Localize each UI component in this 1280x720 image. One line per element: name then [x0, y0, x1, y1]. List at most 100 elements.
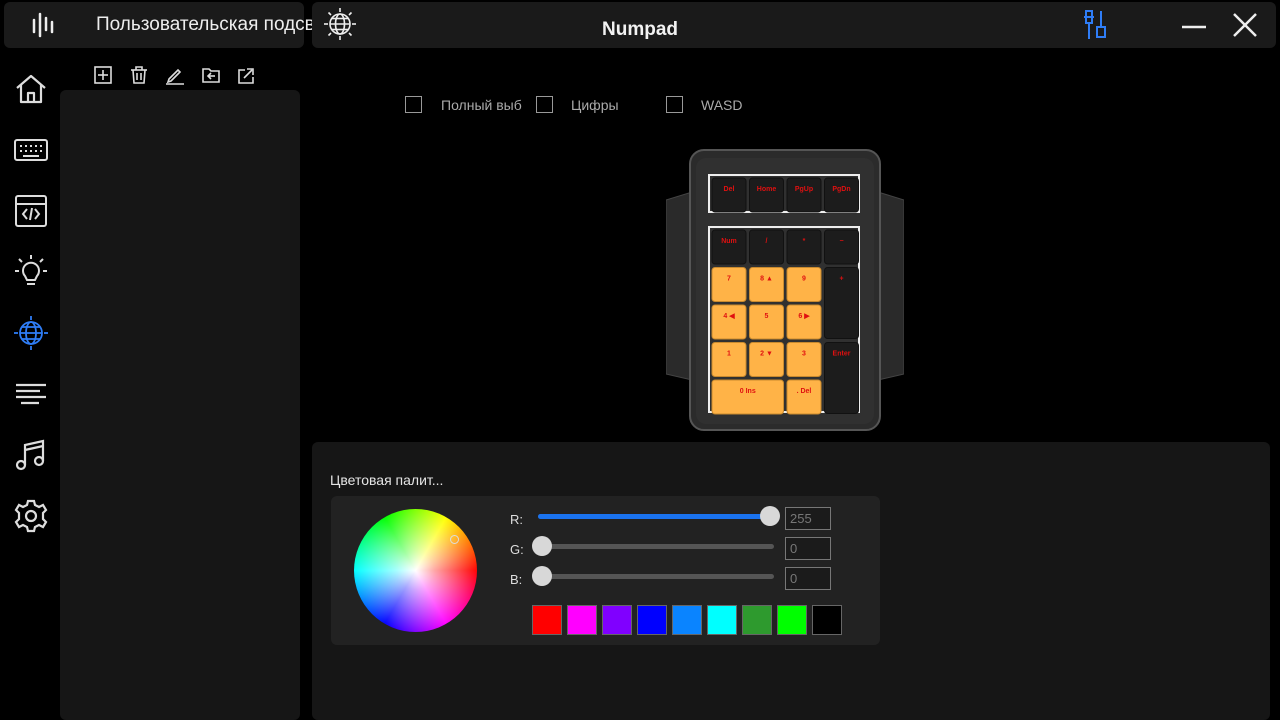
app-logo-icon — [28, 10, 58, 40]
b-value-input[interactable] — [785, 567, 831, 590]
color-wheel-marker[interactable] — [450, 535, 459, 544]
brightness-icon — [15, 255, 47, 285]
add-profile-button[interactable] — [90, 62, 116, 88]
sidebar-item-macro[interactable] — [8, 188, 54, 234]
sidebar-item-settings[interactable] — [8, 493, 54, 539]
numpad-key[interactable]: 3 — [786, 342, 822, 377]
numpad-key[interactable]: 9 — [786, 267, 822, 302]
b-label: B: — [510, 572, 523, 587]
import-profile-button[interactable] — [198, 62, 224, 88]
sidebar-item-home[interactable] — [8, 66, 54, 112]
numpad-key[interactable]: Enter — [824, 342, 859, 414]
music-icon — [15, 439, 45, 471]
wasd-label: WASD — [701, 96, 743, 113]
page-title: Numpad — [602, 19, 678, 40]
digits-option[interactable]: Цифры — [536, 96, 619, 113]
numpad-key-label: 0 Ins — [740, 388, 756, 395]
sidebar-item-keyboard[interactable] — [8, 127, 54, 173]
select-all-checkbox[interactable] — [405, 96, 422, 113]
color-swatch[interactable] — [602, 605, 632, 635]
globe-icon — [14, 316, 48, 350]
edit-icon — [166, 68, 184, 85]
numpad-key[interactable]: / — [749, 229, 784, 265]
numpad-key[interactable]: 7 — [711, 267, 747, 302]
numpad-key[interactable]: Home — [749, 177, 784, 213]
sidebar-item-performance[interactable] — [8, 371, 54, 417]
sidebar — [0, 56, 60, 720]
numpad-key-label: Enter — [833, 351, 851, 358]
numpad-key-label: . Del — [797, 388, 812, 395]
numpad-key-label: / — [766, 238, 768, 245]
color-swatch[interactable] — [707, 605, 737, 635]
r-slider[interactable] — [538, 506, 780, 526]
b-slider[interactable] — [532, 566, 774, 586]
numpad-key[interactable]: 6 ▶ — [786, 304, 822, 340]
color-wheel[interactable] — [354, 509, 477, 632]
profile-toolbar — [90, 62, 260, 88]
lines-icon — [16, 383, 46, 405]
profile-list[interactable] — [60, 90, 300, 720]
color-swatch[interactable] — [567, 605, 597, 635]
select-all-option[interactable]: Полный выб — [405, 96, 522, 113]
numpad-key[interactable]: 0 Ins — [711, 379, 784, 415]
color-swatch[interactable] — [812, 605, 842, 635]
right-titlebar — [312, 2, 1276, 48]
numpad-preview: Del Home PgUp PgDn Num / * − 7 8 ▲ 9 +4 ◀ 5 6 ▶ 1 2 ▼ 3 E… — [665, 148, 905, 432]
color-swatch[interactable] — [777, 605, 807, 635]
numpad-key[interactable]: 8 ▲ — [749, 267, 784, 302]
numpad-key-label: 2 ▼ — [760, 351, 773, 358]
digits-label: Цифры — [571, 96, 619, 113]
g-value-input[interactable] — [785, 537, 831, 560]
import-icon — [202, 68, 220, 83]
r-slider-thumb[interactable] — [760, 506, 780, 526]
numpad-key[interactable]: 4 ◀ — [711, 304, 747, 340]
wasd-checkbox[interactable] — [666, 96, 683, 113]
g-slider-thumb[interactable] — [532, 536, 552, 556]
numpad-key-label: PgUp — [795, 186, 813, 193]
numpad-key-label: 5 — [765, 313, 769, 320]
rename-profile-button[interactable] — [162, 62, 188, 88]
numpad-key[interactable]: Del — [711, 177, 747, 213]
globe-icon — [322, 6, 358, 42]
device-settings-button[interactable] — [1078, 8, 1114, 42]
color-swatch[interactable] — [637, 605, 667, 635]
digits-checkbox[interactable] — [536, 96, 553, 113]
numpad-key-label: Home — [757, 186, 777, 193]
numpad-key[interactable]: . Del — [786, 379, 822, 415]
sidebar-item-lighting[interactable] — [8, 249, 54, 295]
numpad-key[interactable]: 5 — [749, 304, 784, 340]
delete-profile-button[interactable] — [126, 62, 152, 88]
b-slider-thumb[interactable] — [532, 566, 552, 586]
numpad-key[interactable]: * — [786, 229, 822, 265]
numpad-key[interactable]: 2 ▼ — [749, 342, 784, 377]
numpad-key-label: 1 — [727, 351, 731, 358]
color-swatch[interactable] — [672, 605, 702, 635]
numpad-key-label: Del — [724, 186, 735, 193]
wasd-option[interactable]: WASD — [666, 96, 742, 113]
close-button[interactable] — [1227, 8, 1263, 42]
add-icon — [94, 66, 112, 84]
numpad-key-label: * — [803, 238, 806, 245]
palette-title: Цветовая палит... — [330, 472, 444, 488]
g-slider[interactable] — [532, 536, 774, 556]
sidebar-item-custom-lighting[interactable] — [8, 310, 54, 356]
numpad-key[interactable]: 1 — [711, 342, 747, 377]
numpad-key-label: 7 — [727, 276, 731, 283]
export-profile-button[interactable] — [234, 62, 260, 88]
color-swatch[interactable] — [742, 605, 772, 635]
sidebar-item-music[interactable] — [8, 432, 54, 478]
r-value-input[interactable] — [785, 507, 831, 530]
numpad-key[interactable]: PgUp — [786, 177, 822, 213]
numpad-key-label: 3 — [802, 351, 806, 358]
color-swatch[interactable] — [532, 605, 562, 635]
numpad-key[interactable]: PgDn — [824, 177, 859, 213]
numpad-key[interactable]: − — [824, 229, 859, 265]
numpad-key-label: − — [839, 238, 843, 245]
home-icon — [16, 74, 46, 104]
minimize-button[interactable] — [1176, 8, 1212, 42]
numpad-key-label: 8 ▲ — [760, 276, 773, 283]
settings-icon — [14, 499, 48, 533]
numpad-key[interactable]: Num — [711, 229, 747, 265]
export-icon — [238, 68, 254, 84]
numpad-key[interactable]: + — [824, 267, 859, 339]
